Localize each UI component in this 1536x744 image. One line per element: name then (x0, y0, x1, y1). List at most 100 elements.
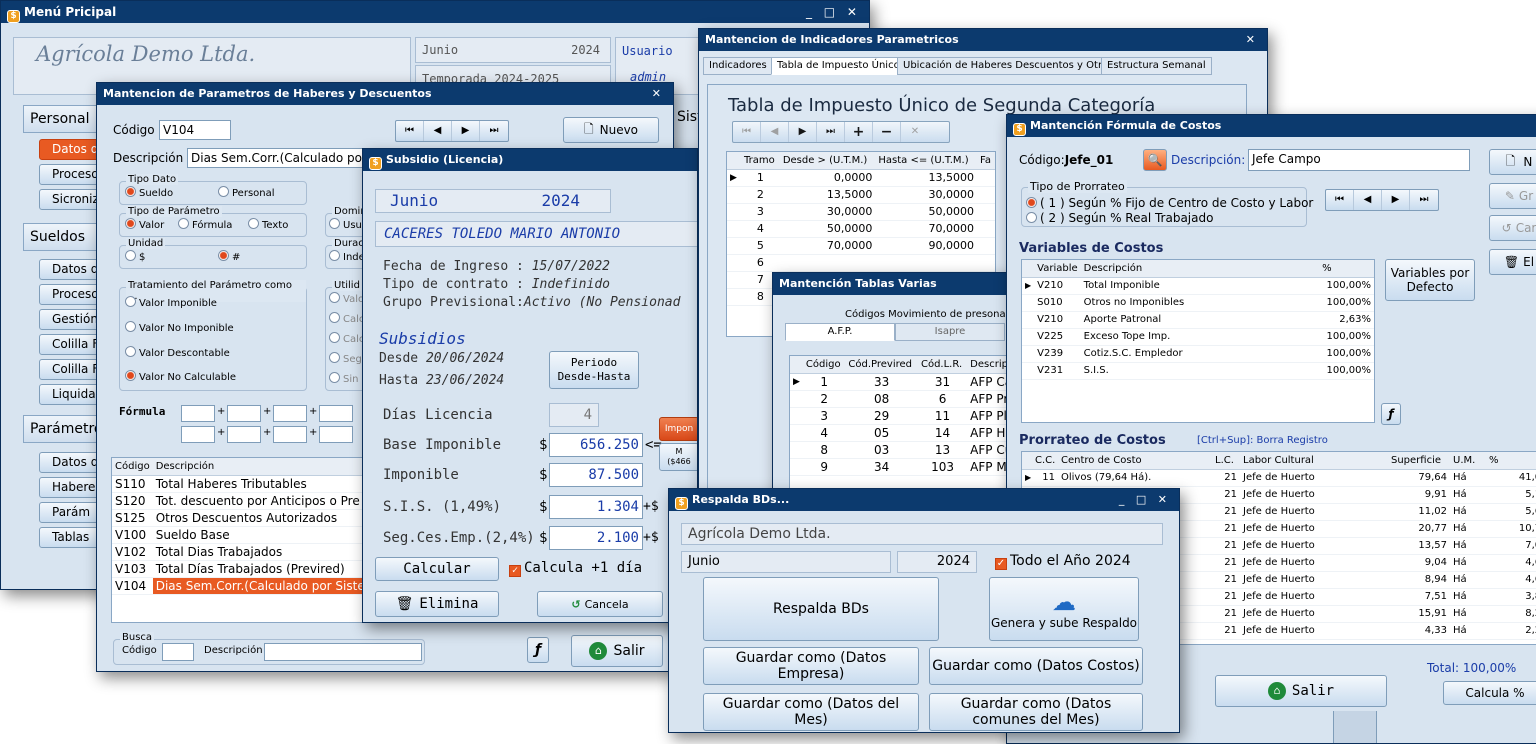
first-icon[interactable]: ⏮ (1326, 190, 1354, 210)
salir-button[interactable]: ⌂ Salir (571, 635, 663, 667)
busca-desc-input[interactable] (264, 643, 422, 661)
menu-colilla-2[interactable]: Colilla F (39, 359, 99, 380)
table-row[interactable]: V239 Cotiz.S.C. Empledor 100,00% (1022, 345, 1374, 363)
table-row[interactable]: V102 Total Dias Trabajados (112, 543, 372, 561)
menu-haberes[interactable]: Habere (39, 477, 99, 498)
tab-indicadores[interactable]: Indicadores (703, 57, 773, 75)
tab-impuesto[interactable]: Tabla de Impuesto Único (771, 57, 906, 75)
table-row[interactable]: 9 34 103 AFP Mod (790, 458, 1028, 476)
radio-no-imponible[interactable]: Valor No Imponible (125, 321, 234, 334)
menu-sincroniza[interactable]: Sicroniz (39, 189, 99, 210)
todo-anio-check[interactable]: ✓ Todo el Año 2024 (995, 553, 1131, 570)
elimina-button[interactable]: 🗑 Elimina (375, 591, 499, 617)
guardar-mes-button[interactable]: Guardar como (Datos del Mes) (703, 693, 919, 731)
table-row[interactable]: 4 50,0000 70,0000 (727, 220, 995, 238)
table-row[interactable]: 3 30,0000 50,0000 (727, 203, 995, 221)
search-button[interactable]: 🔍 (1143, 149, 1167, 171)
section-personal[interactable]: Personal (23, 105, 99, 133)
formula-box[interactable] (319, 426, 353, 443)
table-row[interactable]: S120 Tot. descuento por Anticipos o Pre (112, 492, 372, 510)
respalda-bds-button[interactable]: Respalda BDs (703, 577, 939, 641)
guardar-costos-button[interactable]: Guardar como (Datos Costos) (929, 647, 1143, 685)
table-row[interactable]: V104 Dias Sem.Corr.(Calculado por Siste (112, 577, 372, 595)
menu-colilla-1[interactable]: Colilla F (39, 334, 99, 355)
first-icon[interactable]: ⏮ (733, 122, 761, 142)
formula-box[interactable] (181, 405, 215, 422)
table-row[interactable]: S010 Otros no Imponibles 100,00% (1022, 294, 1374, 312)
table-row[interactable]: S125 Otros Descuentos Autorizados (112, 509, 372, 527)
table-row[interactable]: 8 03 13 AFP Cup (790, 441, 1028, 459)
radio-no-calculable[interactable]: Valor No Calculable (125, 370, 236, 383)
costos-nuevo-button[interactable]: 🗋 N (1489, 149, 1536, 175)
next-icon[interactable]: ▶ (1382, 190, 1410, 210)
table-row[interactable]: 2 13,5000 30,0000 (727, 186, 995, 204)
radio-sueldo[interactable]: Sueldo (125, 186, 173, 199)
section-sueldos[interactable]: Sueldos (23, 223, 99, 251)
remove-icon[interactable]: − (873, 122, 901, 142)
costos-eliminar-button[interactable]: 🗑 El (1489, 249, 1536, 275)
record-navigator[interactable]: ⏮ ◀ ▶ ⏭ (395, 120, 509, 142)
table-row[interactable]: ▶ 1 33 31 AFP Cap (790, 373, 1028, 391)
formula-box[interactable] (273, 405, 307, 422)
costos-salir-button[interactable]: ⌂ Salir (1215, 675, 1387, 707)
calcula1-check[interactable]: ✓ Calcula +1 día (509, 560, 642, 577)
prev-icon[interactable]: ◀ (1354, 190, 1382, 210)
add-icon[interactable]: + (845, 122, 873, 142)
vars-grid[interactable]: Variable Descripción% ▶ V210 Total Imponible… (1021, 259, 1375, 423)
radio-personal[interactable]: Personal (218, 186, 275, 199)
calcular-button[interactable]: Calcular (375, 557, 499, 581)
menu-parametros[interactable]: Parám (39, 502, 99, 523)
table-row[interactable]: 2 08 6 AFP Prov (790, 390, 1028, 408)
table-row[interactable]: S110 Total Haberes Tributables (112, 475, 372, 493)
next-icon[interactable]: ▶ (452, 121, 480, 141)
formula-box[interactable] (273, 426, 307, 443)
close-icon[interactable]: ✕ (1246, 29, 1259, 51)
costos-cancelar-button[interactable]: ↺ Car (1489, 215, 1536, 241)
radio-descontable[interactable]: Valor Descontable (125, 346, 230, 359)
first-icon[interactable]: ⏮ (396, 121, 424, 141)
menu-datos-param[interactable]: Datos d (39, 452, 99, 473)
menu-tablas[interactable]: Tablas (39, 527, 99, 548)
tab-ubicacion[interactable]: Ubicación de Haberes Descuentos y Otros (897, 57, 1120, 75)
last-icon[interactable]: ⏭ (1410, 190, 1438, 210)
section-parametros[interactable]: Parámetros (23, 415, 110, 443)
formula-box[interactable] (181, 426, 215, 443)
radio-prorrateo-1[interactable]: ( 1 ) Según % Fijo de Centro de Costo y … (1026, 196, 1313, 210)
periodo-button[interactable]: Periodo Desde-Hasta (549, 351, 639, 389)
imponible-side-button[interactable]: Impon (659, 417, 697, 441)
menu-proceso-sueldos[interactable]: Proceso (39, 284, 99, 305)
radio-formula[interactable]: Fórmula (178, 218, 232, 231)
tab-estructura[interactable]: Estructura Semanal (1101, 57, 1212, 75)
vars-defecto-button[interactable]: Variables por Defecto (1385, 259, 1475, 301)
table-row[interactable]: V231 S.I.S. 100,00% (1022, 362, 1374, 380)
descripcion-input[interactable]: Dias Sem.Corr.(Calculado por (187, 148, 367, 168)
prev-icon[interactable]: ◀ (424, 121, 452, 141)
menu-datos-sueldos[interactable]: Datos d (39, 259, 99, 280)
costos-navigator[interactable]: ⏮ ◀ ▶ ⏭ (1325, 189, 1439, 211)
last-icon[interactable]: ⏭ (480, 121, 508, 141)
window-controls[interactable]: _ □ ✕ (806, 1, 861, 23)
costos-grabar-button[interactable]: ✎ Gr (1489, 183, 1536, 209)
guardar-comunes-button[interactable]: Guardar como (Datos comunes del Mes) (929, 693, 1143, 731)
formula-box[interactable] (227, 426, 261, 443)
cancel-icon[interactable]: ✕ (901, 122, 929, 142)
radio-util-1[interactable]: Valo (329, 292, 364, 305)
genera-respaldo-button[interactable]: ☁ Genera y sube Respaldo (989, 577, 1139, 641)
table-row[interactable]: 6 (727, 254, 995, 272)
menu-liquida[interactable]: Liquida (39, 384, 99, 405)
formula-f-button[interactable]: ƒ (527, 637, 549, 663)
radio-dolar[interactable]: $ (125, 250, 145, 263)
menu-gestion[interactable]: Gestión (39, 309, 99, 330)
radio-imponible[interactable]: Valor Imponible (125, 296, 217, 309)
seg-input[interactable]: 2.100 (549, 526, 643, 550)
costos-desc-input[interactable]: Jefe Campo (1248, 149, 1470, 171)
table-row[interactable]: ▶ 1 0,0000 13,5000 (727, 169, 995, 187)
vars-formula-button[interactable]: ƒ (1381, 403, 1401, 425)
table-row[interactable]: 5 70,0000 90,0000 (727, 237, 995, 255)
guardar-empresa-button[interactable]: Guardar como (Datos Empresa) (703, 647, 919, 685)
next-icon[interactable]: ▶ (789, 122, 817, 142)
table-row[interactable]: ▶ V210 Total Imponible 100,00% (1022, 277, 1374, 295)
table-row[interactable]: V210 Aporte Patronal 2,63% (1022, 311, 1374, 329)
radio-util-2[interactable]: Calc (329, 312, 364, 325)
last-icon[interactable]: ⏭ (817, 122, 845, 142)
